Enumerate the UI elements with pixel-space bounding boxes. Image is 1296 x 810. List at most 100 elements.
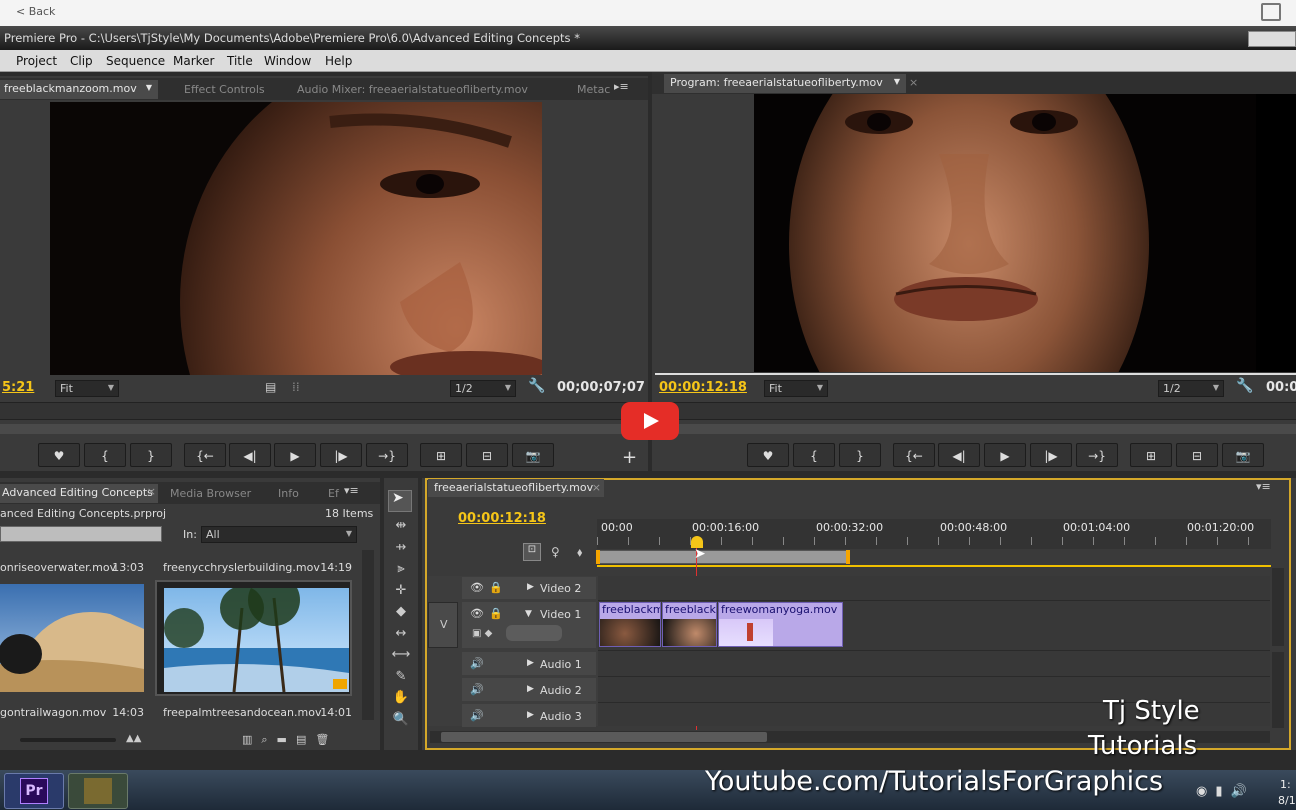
- mark-in-button[interactable]: {: [84, 443, 126, 467]
- program-step-forward-button[interactable]: |▶: [1030, 443, 1072, 467]
- fullscreen-icon[interactable]: [1261, 3, 1281, 21]
- timeline-clip-3[interactable]: freewomanyoga.mov: [718, 602, 843, 647]
- program-play-button[interactable]: ▶: [984, 443, 1026, 467]
- menu-marker[interactable]: Marker: [173, 54, 214, 68]
- work-area-start-handle[interactable]: [596, 550, 600, 564]
- panel-menu-icon[interactable]: ▸≡: [614, 80, 629, 93]
- export-frame-button[interactable]: 📷: [512, 443, 554, 467]
- tab-effect-controls[interactable]: Effect Controls: [184, 83, 265, 96]
- menu-window[interactable]: Window: [264, 54, 311, 68]
- tab-project[interactable]: Advanced Editing Concepts ×: [0, 484, 158, 503]
- tool-icons-column[interactable]: ⇹ ⇸ ⫸ ✛ ◆ ↔ ⟷ ✎ ✋ 🔍: [391, 515, 411, 730]
- play-button[interactable]: ▶: [274, 443, 316, 467]
- timeline-panel-menu-icon[interactable]: ▾≡: [1256, 480, 1271, 493]
- youtube-play-button[interactable]: [621, 402, 679, 440]
- step-back-button[interactable]: ◀|: [229, 443, 271, 467]
- video1-lock-icon[interactable]: 🔒: [489, 607, 503, 620]
- expand-audio1-icon[interactable]: ▶: [527, 658, 534, 668]
- back-link[interactable]: < Back: [16, 5, 55, 18]
- program-go-to-in-button[interactable]: {←: [893, 443, 935, 467]
- source-res-dropdown[interactable]: 1/2: [450, 380, 516, 397]
- audio3-speaker-icon[interactable]: 🔊: [470, 709, 484, 722]
- tab-metadata[interactable]: Metac: [577, 83, 610, 96]
- lock-icon[interactable]: 🔒: [489, 581, 503, 594]
- close-tab-icon[interactable]: ×: [909, 76, 918, 89]
- program-mark-in-button[interactable]: {: [793, 443, 835, 467]
- go-to-in-button[interactable]: {←: [184, 443, 226, 467]
- work-area-end-handle[interactable]: [846, 550, 850, 564]
- marker-icon[interactable]: ⬧: [577, 545, 582, 560]
- step-forward-button[interactable]: |▶: [320, 443, 362, 467]
- system-tray-icons[interactable]: ◉▮🔊: [1196, 784, 1255, 799]
- clip-item-1-name[interactable]: onriseoverwater.mov 13:03: [0, 561, 150, 574]
- clip-item-3-name[interactable]: gontrailwagon.mov 14:03: [0, 706, 150, 719]
- program-export-frame-button[interactable]: 📷: [1222, 443, 1264, 467]
- add-marker-button[interactable]: ♥: [38, 443, 80, 467]
- clip-item-4-name[interactable]: freepalmtreesandocean.mov 14:01: [163, 706, 356, 719]
- display-style-icon[interactable]: ▣ ◆: [472, 628, 492, 639]
- timeline-h-scroll-thumb[interactable]: [441, 732, 767, 742]
- clip-thumb-wagon[interactable]: [0, 584, 144, 692]
- menu-clip[interactable]: Clip: [70, 54, 93, 68]
- audio1-speaker-icon[interactable]: 🔊: [470, 657, 484, 670]
- expand-audio3-icon[interactable]: ▶: [527, 710, 534, 720]
- program-time-ruler[interactable]: [652, 402, 1296, 420]
- program-fit-dropdown[interactable]: Fit: [764, 380, 828, 397]
- extract-icon[interactable]: ⁞⁞: [292, 380, 300, 394]
- tab-media-browser[interactable]: Media Browser: [170, 487, 251, 500]
- menu-project[interactable]: Project: [16, 54, 57, 68]
- source-fit-dropdown[interactable]: Fit: [55, 380, 119, 397]
- program-go-to-out-button[interactable]: →}: [1076, 443, 1118, 467]
- audio-tracks-scrollbar[interactable]: [1272, 652, 1284, 728]
- thumbnail-size-slider[interactable]: [20, 738, 116, 742]
- keyframe-nav[interactable]: [506, 625, 562, 641]
- menu-sequence[interactable]: Sequence: [106, 54, 165, 68]
- mark-out-button[interactable]: }: [130, 443, 172, 467]
- project-bottom-icons[interactable]: ▥⌕▬▤🗑: [242, 733, 338, 747]
- go-to-out-button[interactable]: →}: [366, 443, 408, 467]
- work-area-bar[interactable]: [598, 550, 848, 564]
- film-icon[interactable]: ▤: [265, 380, 276, 394]
- extract-button[interactable]: ⊟: [1176, 443, 1218, 467]
- audio2-speaker-icon[interactable]: 🔊: [470, 683, 484, 696]
- program-timecode[interactable]: 00:00:12:18: [659, 380, 747, 395]
- eye-icon[interactable]: 👁: [470, 581, 484, 594]
- tab-program[interactable]: Program: freeaerialstatueofliberty.mov ▼: [664, 74, 906, 93]
- program-res-dropdown[interactable]: 1/2: [1158, 380, 1224, 397]
- in-dropdown[interactable]: All: [201, 526, 357, 543]
- menu-help[interactable]: Help: [325, 54, 352, 68]
- snap-icon[interactable]: ⊡: [523, 543, 541, 561]
- bulb-icon[interactable]: ♀: [551, 545, 560, 559]
- timeline-clip-1[interactable]: freeblackm: [599, 602, 661, 647]
- add-button-icon[interactable]: +: [622, 447, 637, 468]
- source-time-ruler[interactable]: [0, 402, 648, 420]
- timeline-timecode[interactable]: 00:00:12:18: [458, 511, 546, 526]
- project-search-input[interactable]: [0, 526, 162, 542]
- video-tracks-scrollbar[interactable]: [1272, 568, 1284, 646]
- tab-audio-mixer[interactable]: Audio Mixer: freeaerialstatueofliberty.m…: [297, 83, 528, 96]
- expand-audio2-icon[interactable]: ▶: [527, 684, 534, 694]
- tab-effects[interactable]: Ef: [328, 487, 339, 500]
- project-panel-menu-icon[interactable]: ▾≡: [344, 484, 359, 497]
- lift-button[interactable]: ⊞: [1130, 443, 1172, 467]
- menu-title[interactable]: Title: [227, 54, 253, 68]
- program-step-back-button[interactable]: ◀|: [938, 443, 980, 467]
- timeline-clip-2[interactable]: freeblack: [662, 602, 717, 647]
- tab-timeline[interactable]: freeaerialstatueofliberty.mov ×: [428, 479, 604, 497]
- wrench-icon[interactable]: 🔧: [528, 378, 545, 394]
- program-mark-out-button[interactable]: }: [839, 443, 881, 467]
- project-scrollbar[interactable]: [362, 550, 374, 720]
- insert-button[interactable]: ⊞: [420, 443, 462, 467]
- tab-source[interactable]: freeblackmanzoom.mov ▼: [0, 80, 158, 99]
- expand-video2-icon[interactable]: ▶: [527, 582, 534, 592]
- program-add-marker-button[interactable]: ♥: [747, 443, 789, 467]
- window-controls[interactable]: [1248, 31, 1296, 47]
- clip-thumb-palm[interactable]: [164, 588, 349, 692]
- program-zoom-bar[interactable]: [652, 424, 1296, 434]
- source-zoom-bar[interactable]: [0, 424, 648, 434]
- program-wrench-icon[interactable]: 🔧: [1236, 378, 1253, 394]
- collapse-video1-icon[interactable]: ▼: [525, 609, 532, 619]
- overwrite-button[interactable]: ⊟: [466, 443, 508, 467]
- tab-info[interactable]: Info: [278, 487, 299, 500]
- clip-item-2-name[interactable]: freenycchryslerbuilding.mov 14:19: [163, 561, 356, 574]
